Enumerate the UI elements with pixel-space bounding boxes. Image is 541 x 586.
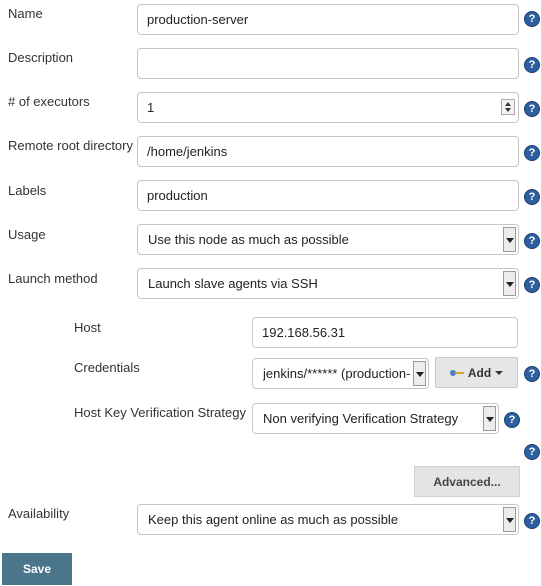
help-icon[interactable]: ? bbox=[524, 189, 540, 205]
remote-root-label: Remote root directory bbox=[8, 138, 133, 153]
help-icon[interactable]: ? bbox=[504, 412, 520, 428]
credentials-label: Credentials bbox=[74, 360, 140, 375]
availability-label: Availability bbox=[8, 506, 70, 521]
advanced-button[interactable]: Advanced... bbox=[414, 466, 520, 497]
help-icon[interactable]: ? bbox=[524, 513, 540, 529]
usage-label: Usage bbox=[8, 227, 46, 242]
availability-select[interactable]: Keep this agent online as much as possib… bbox=[137, 504, 519, 535]
executors-field bbox=[137, 92, 519, 123]
help-icon[interactable]: ? bbox=[524, 11, 540, 27]
chevron-down-icon bbox=[413, 361, 426, 386]
labels-label: Labels bbox=[8, 183, 47, 198]
chevron-down-icon bbox=[503, 507, 516, 532]
description-input[interactable] bbox=[137, 48, 519, 79]
credentials-select[interactable]: jenkins/****** (production- bbox=[252, 358, 429, 389]
add-credentials-button[interactable]: Add bbox=[435, 357, 518, 388]
help-icon[interactable]: ? bbox=[524, 444, 540, 460]
executors-input[interactable] bbox=[137, 92, 519, 123]
chevron-down-icon bbox=[503, 227, 516, 252]
usage-select[interactable]: Use this node as much as possible bbox=[137, 224, 519, 255]
launch-method-label: Launch method bbox=[8, 271, 98, 286]
help-icon[interactable]: ? bbox=[524, 145, 540, 161]
save-button[interactable]: Save bbox=[2, 553, 72, 585]
help-icon[interactable]: ? bbox=[524, 366, 540, 382]
chevron-down-icon bbox=[483, 406, 496, 431]
name-label: Name bbox=[8, 6, 43, 21]
host-input[interactable] bbox=[252, 317, 518, 348]
chevron-down-icon bbox=[503, 271, 516, 296]
host-label: Host bbox=[74, 320, 101, 335]
availability-select-value: Keep this agent online as much as possib… bbox=[148, 512, 399, 527]
key-icon bbox=[449, 369, 464, 377]
executors-label: # of executors bbox=[8, 94, 90, 109]
host-key-select[interactable]: Non verifying Verification Strategy bbox=[252, 403, 499, 434]
host-key-select-value: Non verifying Verification Strategy bbox=[263, 411, 459, 426]
launch-method-select-value: Launch slave agents via SSH bbox=[148, 276, 318, 291]
caret-down-icon bbox=[495, 370, 504, 375]
labels-input[interactable] bbox=[137, 180, 519, 211]
help-icon[interactable]: ? bbox=[524, 101, 540, 117]
launch-method-select[interactable]: Launch slave agents via SSH bbox=[137, 268, 519, 299]
name-input[interactable] bbox=[137, 4, 519, 35]
help-icon[interactable]: ? bbox=[524, 57, 540, 73]
number-stepper[interactable] bbox=[501, 99, 515, 115]
add-button-label: Add bbox=[467, 365, 492, 380]
help-icon[interactable]: ? bbox=[524, 277, 540, 293]
description-label: Description bbox=[8, 50, 74, 65]
usage-select-value: Use this node as much as possible bbox=[148, 232, 349, 247]
remote-root-input[interactable] bbox=[137, 136, 519, 167]
help-icon[interactable]: ? bbox=[524, 233, 540, 249]
host-key-label: Host Key Verification Strategy bbox=[74, 405, 246, 420]
credentials-select-value: jenkins/****** (production- bbox=[263, 366, 410, 381]
